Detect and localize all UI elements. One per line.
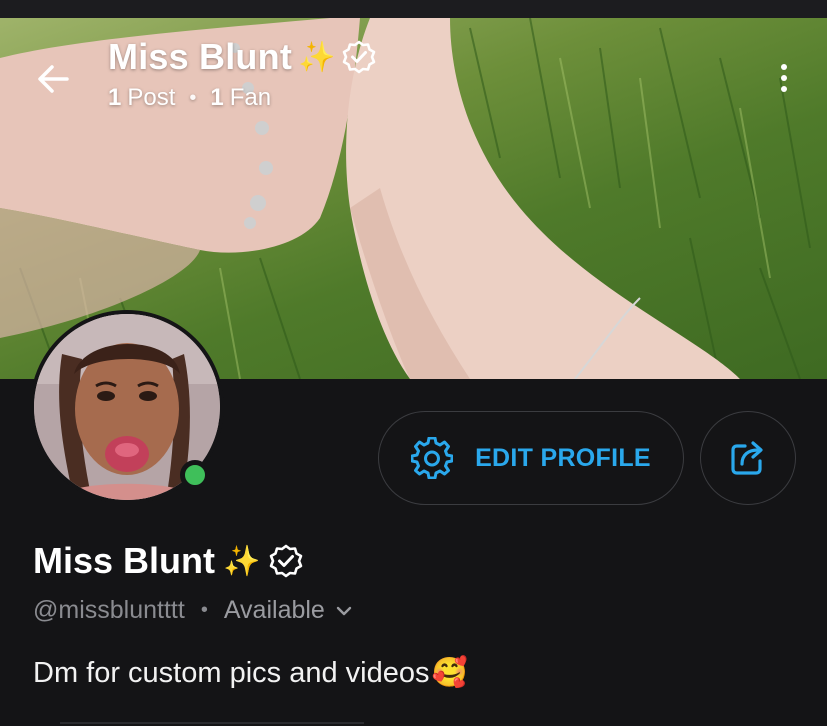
smiling-hearts-emoji: 🥰	[431, 657, 468, 689]
share-button[interactable]	[700, 411, 796, 505]
edit-profile-label: EDIT PROFILE	[475, 443, 651, 472]
profile-name-row: Miss Blunt ✨	[33, 540, 304, 582]
profile-name: Miss Blunt	[33, 540, 216, 581]
gear-icon	[411, 437, 454, 479]
more-options-button[interactable]	[768, 58, 800, 98]
top-app-bar: Miss Blunt ✨ 1 Post • 1 Fan	[0, 18, 827, 128]
verified-badge-icon	[270, 544, 303, 578]
stats-separator: •	[189, 86, 197, 109]
back-button[interactable]	[30, 56, 76, 102]
chevron-down-icon	[336, 606, 352, 615]
fans-stat[interactable]: 1 Fan	[210, 84, 271, 112]
more-vertical-icon	[781, 64, 787, 70]
profile-bio: Dm for custom pics and videos 🥰	[33, 656, 468, 690]
handle-separator: •	[200, 599, 208, 621]
online-status-dot	[180, 460, 210, 490]
header-stats: 1 Post • 1 Fan	[108, 84, 377, 112]
status-bar-strip	[0, 0, 827, 18]
handle-row: @missbluntttt • Available	[33, 596, 353, 625]
availability-status: Available	[223, 596, 325, 624]
edit-profile-button[interactable]: EDIT PROFILE	[378, 411, 684, 505]
arrow-left-icon	[38, 65, 69, 93]
sparkles-emoji: ✨	[223, 544, 261, 578]
verified-badge-icon	[343, 40, 376, 74]
header-title: Miss Blunt	[108, 36, 293, 77]
bio-text: Dm for custom pics and videos	[33, 656, 430, 689]
divider	[60, 722, 364, 724]
sparkles-emoji: ✨	[298, 40, 336, 74]
posts-stat[interactable]: 1 Post	[108, 84, 175, 112]
availability-dropdown[interactable]: Available	[224, 596, 353, 625]
header-title-block: Miss Blunt ✨ 1 Post • 1 Fan	[108, 36, 377, 112]
avatar[interactable]	[30, 310, 224, 504]
share-icon	[731, 441, 763, 475]
profile-handle: @missbluntttt	[33, 596, 185, 624]
